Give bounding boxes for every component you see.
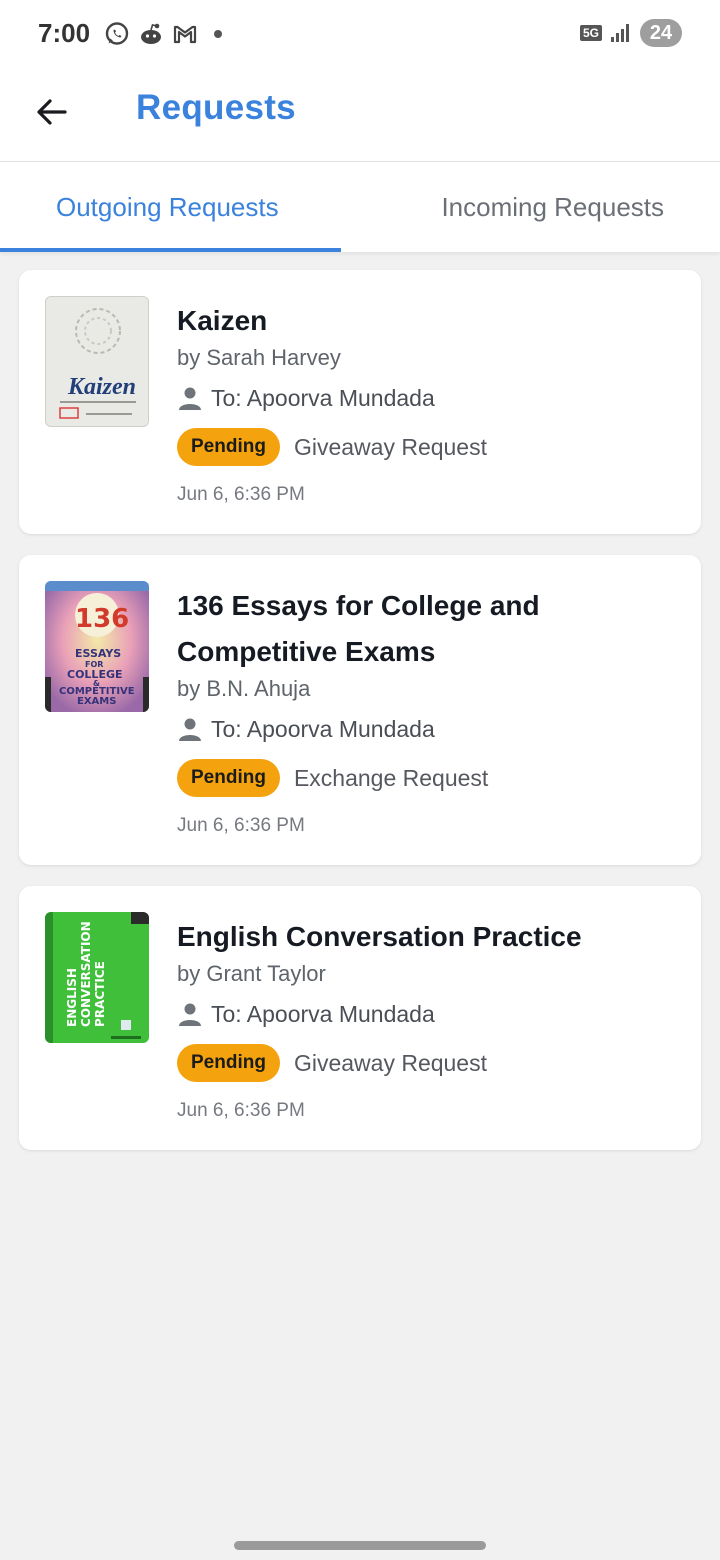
notification-icons [104, 20, 222, 48]
tab-label: Incoming Requests [441, 191, 664, 222]
svg-text:Kaizen: Kaizen [67, 374, 136, 400]
book-author: by Sarah Harvey [177, 345, 341, 370]
request-tabs: Outgoing Requests Incoming Requests [0, 162, 720, 252]
book-author: by B.N. Ahuja [177, 676, 311, 701]
recipient: To: Apoorva Mundada [177, 711, 681, 747]
status-row: Pending Exchange Request [177, 759, 681, 797]
book-title-line: 136 Essays for College and [177, 590, 540, 621]
status-badge: Pending [177, 1044, 280, 1082]
system-icons: 5G 24 [579, 18, 682, 48]
book-title: Kaizen [177, 305, 268, 336]
tab-incoming-requests[interactable]: Incoming Requests [360, 162, 720, 252]
book-cover: 136 ESSAYS FOR COLLEGE & COMPETITIVE EXA… [45, 581, 149, 712]
person-icon [179, 387, 201, 410]
request-details: English Conversation Practice by Grant T… [177, 914, 681, 1122]
svg-text:PRACTICE: PRACTICE [93, 961, 107, 1027]
person-icon [179, 718, 201, 741]
status-badge: Pending [177, 428, 280, 466]
recipient: To: Apoorva Mundada [177, 996, 681, 1032]
svg-text:ENGLISH: ENGLISH [65, 968, 79, 1027]
request-type: Exchange Request [293, 764, 489, 791]
book-cover-image: Kaizen [46, 297, 148, 426]
page-title: Requests [136, 88, 296, 127]
more-notifications-dot [214, 30, 222, 38]
request-date: Jun 6, 6:36 PM [177, 1100, 305, 1121]
home-gesture-bar[interactable] [234, 1541, 486, 1550]
book-title: 136 Essays for College and Competitive E… [177, 583, 681, 675]
svg-text:CONVERSATION: CONVERSATION [79, 921, 93, 1027]
status-badge: Pending [177, 759, 280, 797]
book-author: by Grant Taylor [177, 961, 326, 986]
app-bar: Requests [0, 68, 720, 162]
network-5g-icon: 5G [579, 25, 602, 41]
tab-label: Outgoing Requests [56, 191, 279, 222]
book-cover: ENGLISH CONVERSATION PRACTICE [45, 912, 149, 1043]
book-cover-image: ENGLISH CONVERSATION PRACTICE [45, 912, 149, 1043]
book-title: English Conversation Practice [177, 921, 582, 952]
recipient-text: To: Apoorva Mundada [211, 384, 435, 411]
svg-text:136: 136 [75, 604, 129, 634]
status-time: 7:00 [38, 18, 91, 48]
request-details: Kaizen by Sarah Harvey To: Apoorva Munda… [177, 298, 681, 506]
request-card[interactable]: 136 ESSAYS FOR COLLEGE & COMPETITIVE EXA… [19, 555, 701, 865]
signal-icon [611, 24, 629, 42]
gmail-icon [173, 25, 197, 44]
svg-text:EXAMS: EXAMS [77, 696, 116, 707]
reddit-icon [141, 23, 161, 44]
status-row: Pending Giveaway Request [177, 428, 681, 466]
svg-text:ESSAYS: ESSAYS [75, 647, 121, 660]
request-card[interactable]: ENGLISH CONVERSATION PRACTICE English Co… [19, 886, 701, 1150]
status-row: Pending Giveaway Request [177, 1044, 681, 1082]
request-details: 136 Essays for College and Competitive E… [177, 583, 681, 837]
request-type: Giveaway Request [293, 433, 487, 460]
book-title-line: Competitive Exams [177, 636, 436, 667]
recipient: To: Apoorva Mundada [177, 380, 681, 416]
battery-icon: 24 [640, 19, 682, 47]
request-card[interactable]: Kaizen Kaizen by Sarah Harvey To: Apoorv… [19, 270, 701, 534]
back-button[interactable] [22, 82, 82, 142]
request-type: Giveaway Request [293, 1049, 487, 1076]
person-icon [179, 1003, 201, 1026]
tab-outgoing-requests[interactable]: Outgoing Requests [0, 162, 360, 252]
status-bar: 7:00 5G 24 [0, 0, 720, 68]
recipient-text: To: Apoorva Mundada [211, 715, 435, 742]
recipient-text: To: Apoorva Mundada [211, 1000, 435, 1027]
whatsapp-icon [105, 22, 129, 45]
active-tab-indicator [0, 248, 341, 252]
book-cover-image: 136 ESSAYS FOR COLLEGE & COMPETITIVE EXA… [45, 581, 149, 712]
book-cover: Kaizen [45, 296, 149, 427]
arrow-left-icon [37, 99, 67, 125]
request-date: Jun 6, 6:36 PM [177, 815, 305, 836]
request-date: Jun 6, 6:36 PM [177, 484, 305, 505]
